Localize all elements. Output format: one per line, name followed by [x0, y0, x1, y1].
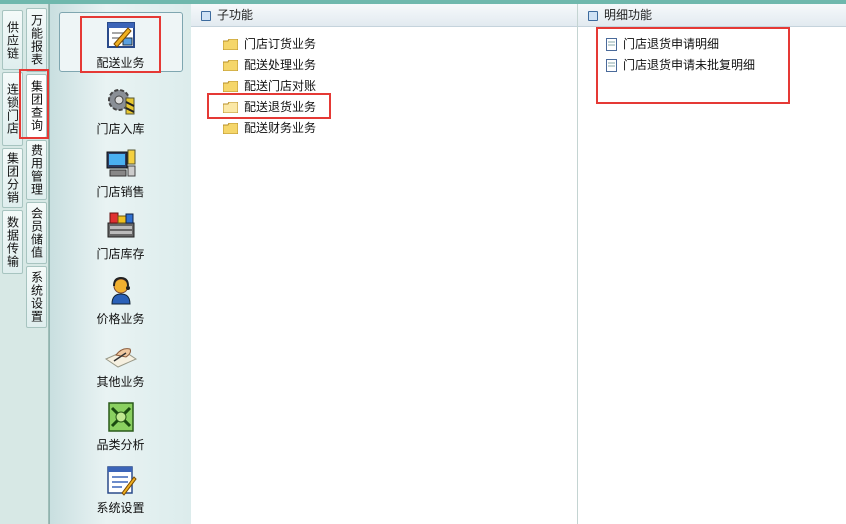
settings-form-icon — [106, 466, 137, 496]
header-square-icon — [588, 10, 598, 21]
nav-other-business[interactable]: 其他业务 — [50, 337, 191, 390]
function-nav-column: 配送业务 门店入库 门店销售 门店库存 价格业务 其他业务 品类分析 系统设置 — [49, 4, 192, 524]
inner-tab-strip: 万能报表 集团查询 费用管理 会员储值 系统设置 — [24, 4, 49, 524]
tab-group-query[interactable]: 集团查询 — [26, 74, 47, 138]
pos-terminal-icon — [106, 149, 135, 177]
outer-tab-strip: 供应链 连锁门店 集团分销 数据传输 — [0, 4, 25, 524]
nav-label: 配送业务 — [96, 56, 145, 70]
nav-delivery-business[interactable]: 配送业务 — [50, 12, 191, 72]
nav-pricing[interactable]: 价格业务 — [50, 274, 191, 327]
detail-pane: 明细功能 — [578, 4, 846, 524]
header-square-icon — [201, 10, 211, 21]
subfunction-label: 配送财务业务 — [244, 121, 317, 135]
delivery-form-icon — [106, 22, 135, 48]
folder-icon — [223, 60, 238, 71]
detail-title: 明细功能 — [604, 8, 653, 22]
nav-store-receiving[interactable]: 门店入库 — [50, 84, 191, 137]
tab-system-settings[interactable]: 系统设置 — [26, 266, 47, 328]
document-icon — [606, 59, 617, 72]
folder-icon — [223, 81, 238, 92]
detail-header: 明细功能 — [578, 4, 846, 27]
tab-member-stored-value[interactable]: 会员储值 — [26, 202, 47, 264]
tab-group-distribution[interactable]: 集团分销 — [2, 148, 23, 208]
subfunction-item[interactable]: 配送处理业务 — [223, 56, 316, 74]
tab-data-transfer[interactable]: 数据传输 — [2, 210, 23, 274]
subfunction-header: 子功能 — [191, 4, 577, 27]
folder-icon — [223, 123, 238, 134]
tab-expense-management[interactable]: 费用管理 — [26, 140, 47, 200]
money-chart-icon — [107, 402, 134, 432]
nav-label: 门店库存 — [96, 247, 145, 261]
nav-label: 品类分析 — [96, 438, 145, 452]
nav-label: 门店销售 — [96, 185, 145, 199]
subfunction-label: 配送门店对账 — [244, 79, 317, 93]
subfunction-item[interactable]: 配送财务业务 — [223, 119, 316, 137]
subfunction-item-selected[interactable]: 配送退货业务 — [200, 97, 573, 117]
subfunction-item[interactable]: 门店订货业务 — [223, 35, 316, 53]
open-folder-icon — [223, 102, 238, 113]
document-icon — [606, 38, 617, 51]
folder-icon — [223, 39, 238, 50]
nav-store-inventory[interactable]: 门店库存 — [50, 209, 191, 262]
nav-label: 门店入库 — [96, 122, 145, 136]
tab-chain-stores[interactable]: 连锁门店 — [2, 72, 23, 146]
person-support-icon — [110, 276, 131, 305]
nav-label: 系统设置 — [96, 501, 145, 515]
detail-item-selected[interactable]: 门店退货申请明细 — [584, 34, 846, 54]
detail-label: 门店退货申请明细 — [623, 37, 720, 51]
hand-writing-icon — [104, 348, 137, 368]
cash-register-icon — [107, 212, 134, 238]
nav-label: 其他业务 — [96, 375, 145, 389]
nav-label: 价格业务 — [96, 312, 145, 326]
nav-store-sales[interactable]: 门店销售 — [50, 147, 191, 200]
subfunction-label: 门店订货业务 — [244, 37, 317, 51]
tab-universal-report[interactable]: 万能报表 — [26, 8, 47, 72]
detail-item[interactable]: 门店退货申请未批复明细 — [606, 56, 755, 74]
nav-category-analysis[interactable]: 品类分析 — [50, 400, 191, 453]
gear-warehouse-icon — [107, 89, 134, 115]
subfunction-label: 配送处理业务 — [244, 58, 317, 72]
subfunction-item[interactable]: 配送门店对账 — [223, 77, 316, 95]
subfunction-label: 配送退货业务 — [244, 100, 317, 114]
tab-supply-chain[interactable]: 供应链 — [2, 10, 23, 70]
nav-system-settings[interactable]: 系统设置 — [50, 463, 191, 516]
detail-label: 门店退货申请未批复明细 — [623, 58, 756, 72]
subfunction-title: 子功能 — [217, 8, 254, 22]
